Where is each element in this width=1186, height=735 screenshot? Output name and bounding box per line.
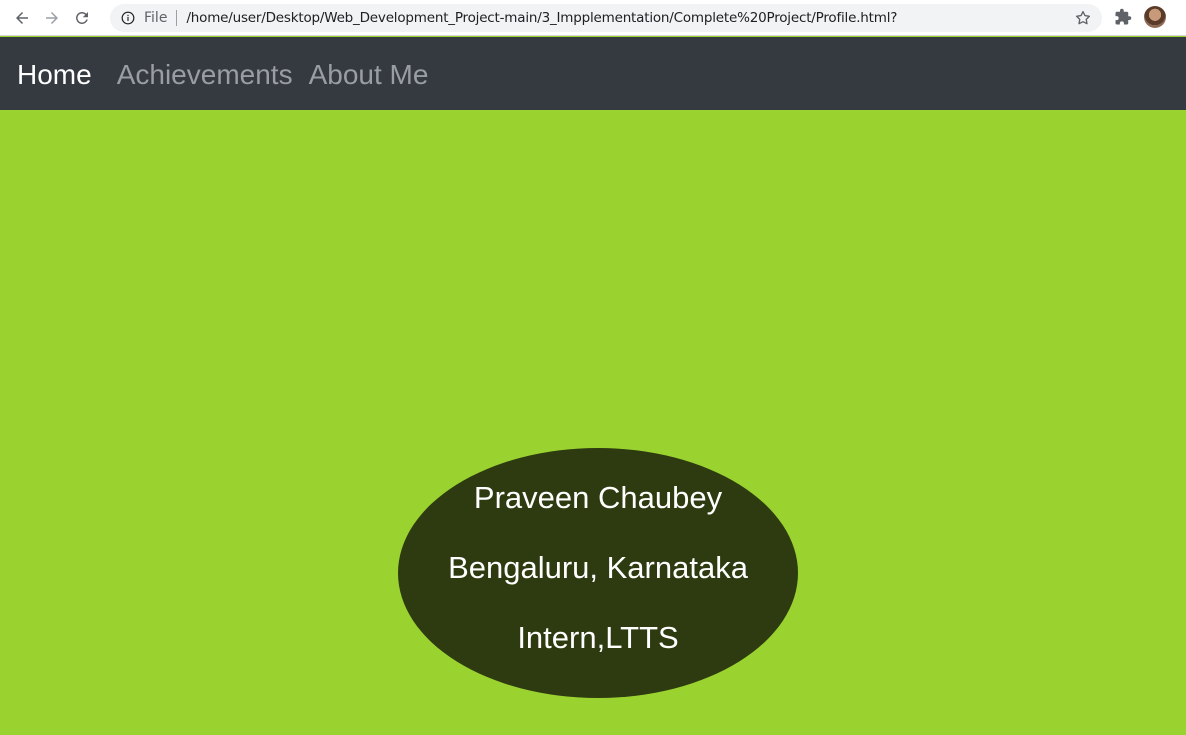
- nav-link-home[interactable]: Home: [17, 60, 92, 89]
- url-text[interactable]: /home/user/Desktop/Web_Development_Proje…: [186, 10, 897, 26]
- nav-link-about-me[interactable]: About Me: [309, 60, 429, 89]
- omnibox-divider: [176, 10, 178, 26]
- browser-toolbar: File /home/user/Desktop/Web_Development_…: [0, 0, 1186, 36]
- reload-button[interactable]: [70, 6, 94, 30]
- scheme-label: File: [144, 10, 168, 26]
- avatar[interactable]: [1144, 6, 1166, 28]
- profile-card: Praveen Chaubey Bengaluru, Karnataka Int…: [398, 448, 798, 698]
- profile-name: Praveen Chaubey: [473, 480, 723, 515]
- main-content: Praveen Chaubey Bengaluru, Karnataka Int…: [0, 110, 1186, 735]
- puzzle-icon[interactable]: [1114, 8, 1132, 26]
- arrow-left-icon: [16, 11, 28, 24]
- nav-link-achievements[interactable]: Achievements: [117, 60, 293, 89]
- reload-icon: [76, 11, 88, 24]
- arrow-right-icon: [46, 11, 58, 24]
- back-button[interactable]: [10, 6, 34, 30]
- forward-button[interactable]: [40, 6, 64, 30]
- star-icon[interactable]: [1074, 9, 1092, 27]
- info-icon[interactable]: [120, 10, 136, 26]
- site-navbar: Home Achievements About Me: [0, 37, 1186, 110]
- profile-location: Bengaluru, Karnataka: [448, 550, 748, 585]
- profile-role: Intern,LTTS: [517, 620, 679, 655]
- address-bar[interactable]: File /home/user/Desktop/Web_Development_…: [110, 4, 1102, 32]
